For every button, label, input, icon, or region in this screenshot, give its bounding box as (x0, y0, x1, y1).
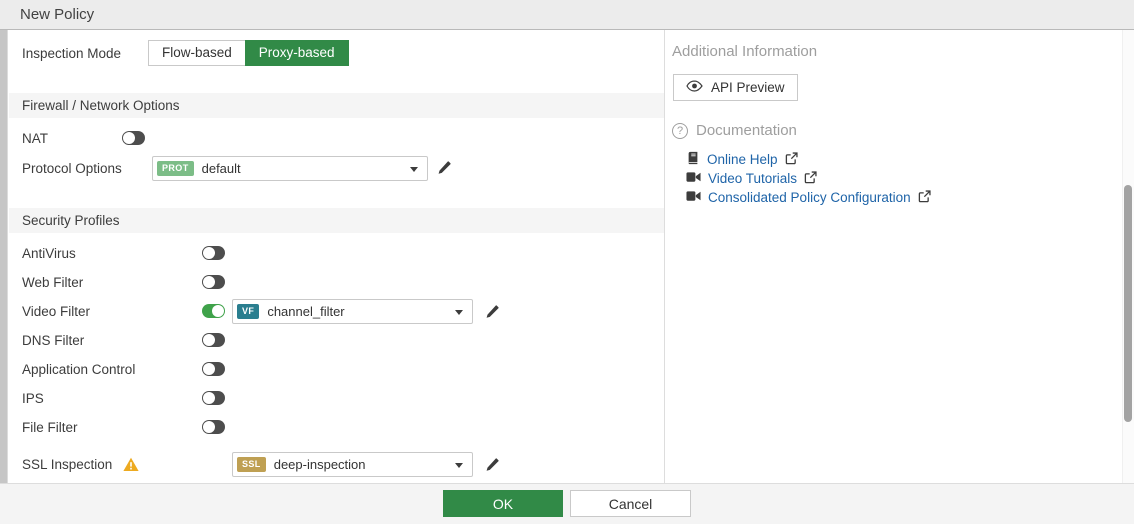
chevron-down-icon (455, 463, 463, 468)
video-tutorials-label: Video Tutorials (708, 171, 797, 186)
video-filter-label: Video Filter (22, 304, 90, 319)
api-preview-label: API Preview (711, 80, 785, 95)
protocol-options-dropdown[interactable]: PROT default (152, 156, 428, 181)
pencil-icon (484, 304, 502, 320)
ssl-inspection-label: SSL Inspection (22, 457, 139, 475)
security-profiles-header: Security Profiles (9, 208, 664, 233)
online-help-label: Online Help (707, 152, 778, 167)
panel-divider (664, 30, 665, 483)
protocol-options-edit-button[interactable] (436, 159, 454, 177)
ips-toggle[interactable] (202, 391, 225, 405)
documentation-label: Documentation (696, 122, 797, 139)
api-preview-button[interactable]: API Preview (673, 74, 798, 101)
dns-filter-label: DNS Filter (22, 333, 84, 348)
external-link-icon (785, 152, 798, 168)
video-filter-edit-button[interactable] (484, 303, 502, 321)
video-filter-dropdown[interactable]: VF channel_filter (232, 299, 473, 324)
dialog-footer (0, 483, 1134, 524)
firewall-network-options-header: Firewall / Network Options (9, 93, 664, 118)
additional-information-title: Additional Information (672, 43, 817, 60)
left-scroll-strip[interactable] (0, 30, 8, 483)
inspection-mode-label: Inspection Mode (22, 46, 121, 61)
ssl-inspection-dropdown[interactable]: SSL deep-inspection (232, 452, 473, 477)
documentation-header: ? Documentation (672, 122, 797, 139)
documentation-links: Online Help Video Tutorials Consolidated… (686, 150, 931, 207)
web-filter-label: Web Filter (22, 275, 83, 290)
cancel-button[interactable]: Cancel (570, 490, 691, 517)
video-icon (686, 171, 701, 186)
pencil-icon (436, 160, 454, 176)
pencil-icon (484, 457, 502, 473)
video-icon (686, 190, 701, 205)
nat-label: NAT (22, 131, 48, 146)
ssl-badge: SSL (237, 457, 266, 472)
inspection-mode-segmented-control: Flow-based Proxy-based (148, 40, 349, 66)
ssl-inspection-value: deep-inspection (274, 457, 366, 472)
vf-badge: VF (237, 304, 259, 319)
ssl-inspection-edit-button[interactable] (484, 456, 502, 474)
protocol-options-value: default (202, 161, 241, 176)
dialog-title: New Policy (0, 0, 1134, 30)
ok-button[interactable]: OK (443, 490, 563, 517)
warning-icon (123, 457, 139, 475)
consolidated-policy-configuration-label: Consolidated Policy Configuration (708, 190, 911, 205)
proxy-based-button[interactable]: Proxy-based (245, 40, 349, 66)
antivirus-label: AntiVirus (22, 246, 76, 261)
online-help-link[interactable]: Online Help (686, 150, 931, 169)
protocol-options-label: Protocol Options (22, 161, 122, 176)
chevron-down-icon (410, 167, 418, 172)
antivirus-toggle[interactable] (202, 246, 225, 260)
video-tutorials-link[interactable]: Video Tutorials (686, 169, 931, 188)
vertical-scrollbar-thumb[interactable] (1124, 185, 1132, 422)
book-icon (686, 151, 700, 168)
consolidated-policy-configuration-link[interactable]: Consolidated Policy Configuration (686, 188, 931, 207)
prot-badge: PROT (157, 161, 194, 176)
file-filter-toggle[interactable] (202, 420, 225, 434)
application-control-label: Application Control (22, 362, 135, 377)
question-mark-icon: ? (672, 123, 688, 139)
web-filter-toggle[interactable] (202, 275, 225, 289)
ips-label: IPS (22, 391, 44, 406)
application-control-toggle[interactable] (202, 362, 225, 376)
flow-based-button[interactable]: Flow-based (148, 40, 245, 66)
nat-toggle[interactable] (122, 131, 145, 145)
chevron-down-icon (455, 310, 463, 315)
vertical-scrollbar-track[interactable] (1122, 30, 1134, 483)
video-filter-toggle[interactable] (202, 304, 225, 318)
external-link-icon (804, 171, 817, 187)
video-filter-value: channel_filter (267, 304, 344, 319)
eye-icon (686, 80, 703, 95)
ssl-inspection-label-text: SSL Inspection (22, 457, 112, 472)
dns-filter-toggle[interactable] (202, 333, 225, 347)
file-filter-label: File Filter (22, 420, 78, 435)
external-link-icon (918, 190, 931, 206)
